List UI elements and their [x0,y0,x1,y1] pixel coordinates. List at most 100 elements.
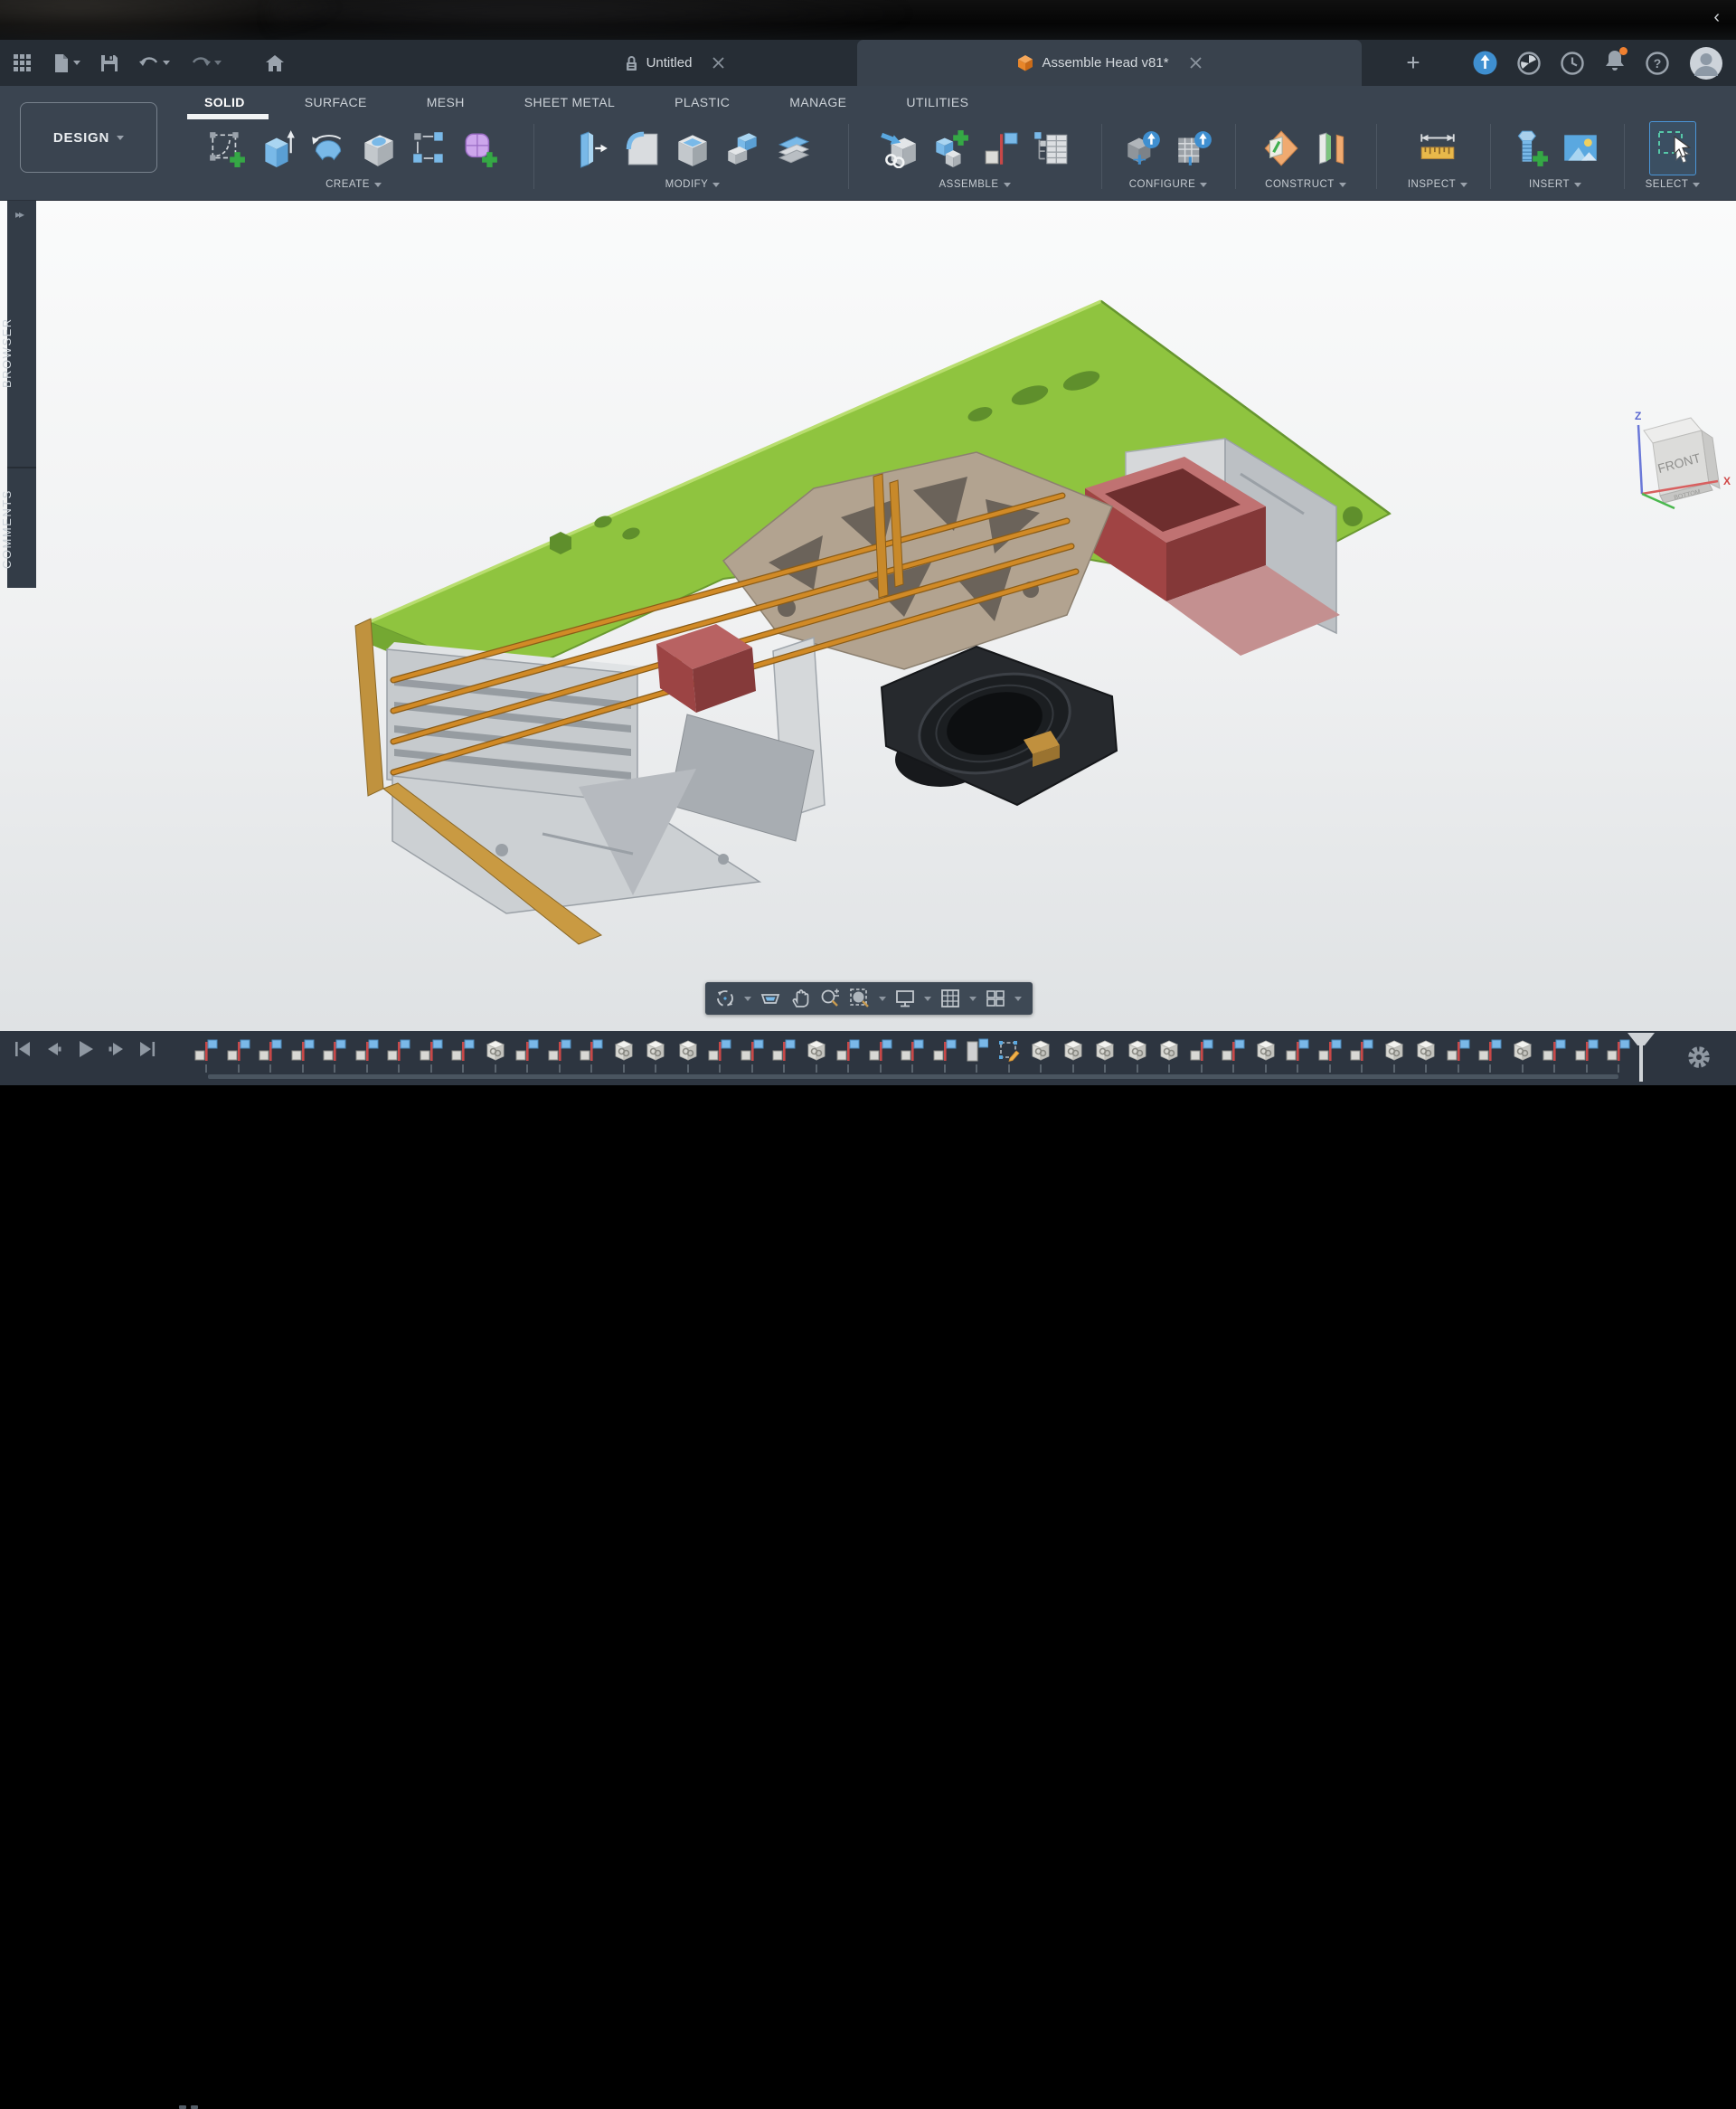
timeline-feature-sketch[interactable] [997,1036,1021,1073]
timeline-feature-linked-component[interactable] [1511,1036,1534,1073]
group-label-create[interactable]: CREATE [326,179,382,190]
job-status-button[interactable] [1473,51,1497,75]
timeline-feature-joint[interactable] [1447,1036,1470,1073]
browser-panel-tab[interactable]: BROWSER [0,271,29,434]
undo-button[interactable] [135,52,174,75]
extrude-button[interactable] [259,128,297,168]
document-tab-untitled[interactable]: Untitled [512,40,837,86]
tab-solid[interactable]: SOLID [203,93,247,111]
app-launcher-button[interactable] [9,50,36,77]
offset-face-button[interactable] [775,128,813,168]
tab-plastic[interactable]: PLASTIC [673,93,731,111]
zoom-button[interactable] [819,988,841,1009]
timeline-feature-linked-component[interactable] [1029,1036,1052,1073]
close-icon[interactable] [712,57,724,69]
timeline-feature-linked-component[interactable] [805,1036,828,1073]
timeline-feature-linked-component[interactable] [644,1036,667,1073]
group-label-assemble[interactable]: ASSEMBLE [939,179,1011,190]
timeline-feature-linked-component[interactable] [676,1036,700,1073]
press-pull-button[interactable] [572,128,610,168]
insert-fastener-button[interactable] [1511,128,1549,168]
grid-snap-button[interactable] [939,988,961,1009]
joint-button[interactable] [981,128,1019,168]
timeline-feature-linked-component[interactable] [1061,1036,1085,1073]
shell-button[interactable] [674,128,712,168]
avatar[interactable] [1689,46,1723,80]
timeline-playhead[interactable] [1628,1033,1655,1082]
group-label-inspect[interactable]: INSPECT [1408,179,1467,190]
viewport-3d[interactable]: FRONT BOTTOM Z X [0,201,1736,1031]
comments-panel-tab[interactable]: COMMENTS [0,474,29,584]
close-icon[interactable] [1190,57,1202,69]
timeline-feature-joint[interactable] [741,1036,764,1073]
model-fan[interactable] [882,647,1117,805]
document-tab-assemble-head[interactable]: Assemble Head v81* [857,40,1362,86]
group-label-configure[interactable]: CONFIGURE [1129,179,1208,190]
timeline-feature-joint[interactable] [259,1036,282,1073]
chevron-down-icon[interactable] [1014,997,1022,1001]
pan-button[interactable] [789,988,811,1009]
timeline-skip-start-button[interactable] [13,1039,33,1059]
timeline-feature-joint[interactable] [708,1036,731,1073]
timeline-feature-joint[interactable] [291,1036,315,1073]
timeline-feature-joint[interactable] [420,1036,443,1073]
timeline-feature-joint[interactable] [1190,1036,1213,1073]
view-cube[interactable]: FRONT BOTTOM Z X [1618,407,1736,514]
timeline-feature-joint[interactable] [387,1036,410,1073]
display-settings-button[interactable] [894,988,916,1009]
tab-utilities[interactable]: UTILITIES [904,93,970,111]
hole-button[interactable] [360,128,398,168]
look-at-button[interactable] [760,988,781,1009]
workspace-switcher[interactable]: DESIGN [20,102,157,173]
configuration-table-button[interactable] [1175,128,1212,168]
timeline-feature-linked-component[interactable] [1093,1036,1117,1073]
save-button[interactable] [97,51,122,76]
timeline-feature-joint[interactable] [194,1036,218,1073]
insert-component-button[interactable] [880,128,918,168]
measure-button[interactable] [1417,128,1458,168]
redo-button[interactable] [186,52,225,75]
fit-button[interactable] [849,988,871,1009]
extensions-icon[interactable] [1517,52,1541,75]
pattern-button[interactable] [410,128,448,168]
tab-mesh[interactable]: MESH [425,93,467,111]
timeline-feature-joint[interactable] [1543,1036,1566,1073]
timeline-feature-joint[interactable] [355,1036,379,1073]
timeline-feature-joint[interactable] [548,1036,571,1073]
configure-button[interactable] [1124,128,1162,168]
help-button[interactable]: ? [1646,52,1669,75]
create-sketch-button[interactable] [208,128,246,168]
timeline-feature-joint[interactable] [1350,1036,1373,1073]
timeline-feature-joint[interactable] [580,1036,603,1073]
timeline-skip-end-button[interactable] [137,1039,157,1059]
timeline-feature-joint[interactable] [451,1036,475,1073]
timeline-feature-joint[interactable] [515,1036,539,1073]
construct-plane-button[interactable] [1261,128,1299,168]
home-button[interactable] [261,51,288,76]
file-menu-button[interactable] [49,50,84,77]
offset-plane-button[interactable] [1312,128,1350,168]
tab-surface[interactable]: SURFACE [303,93,369,111]
tab-sheet-metal[interactable]: SHEET METAL [523,93,617,111]
timeline-step-forward-button[interactable] [107,1039,127,1059]
timeline-settings-gear-icon[interactable] [1685,1044,1712,1071]
expand-panel-icon[interactable]: ▸▸ [15,208,23,221]
fillet-button[interactable] [623,128,661,168]
group-label-insert[interactable]: INSERT [1529,179,1581,190]
timeline-feature-joint[interactable] [933,1036,957,1073]
timeline-feature-joint[interactable] [772,1036,796,1073]
timeline-feature-joint[interactable] [1318,1036,1342,1073]
timeline-scrollbar[interactable] [208,1074,1618,1079]
timeline-feature-linked-component[interactable] [1382,1036,1406,1073]
timeline-feature-linked-component[interactable] [1157,1036,1181,1073]
notifications-button[interactable] [1604,49,1626,77]
model-3d[interactable] [0,201,1736,1031]
timeline-feature-linked-component[interactable] [612,1036,636,1073]
chevron-down-icon[interactable] [879,997,886,1001]
chevron-down-icon[interactable] [744,997,751,1001]
timeline-feature-joint[interactable] [1575,1036,1599,1073]
timeline-feature-linked-component[interactable] [484,1036,507,1073]
tab-manage[interactable]: MANAGE [788,93,848,111]
timeline-feature-joint-origin[interactable] [965,1036,988,1073]
combine-button[interactable] [724,128,762,168]
